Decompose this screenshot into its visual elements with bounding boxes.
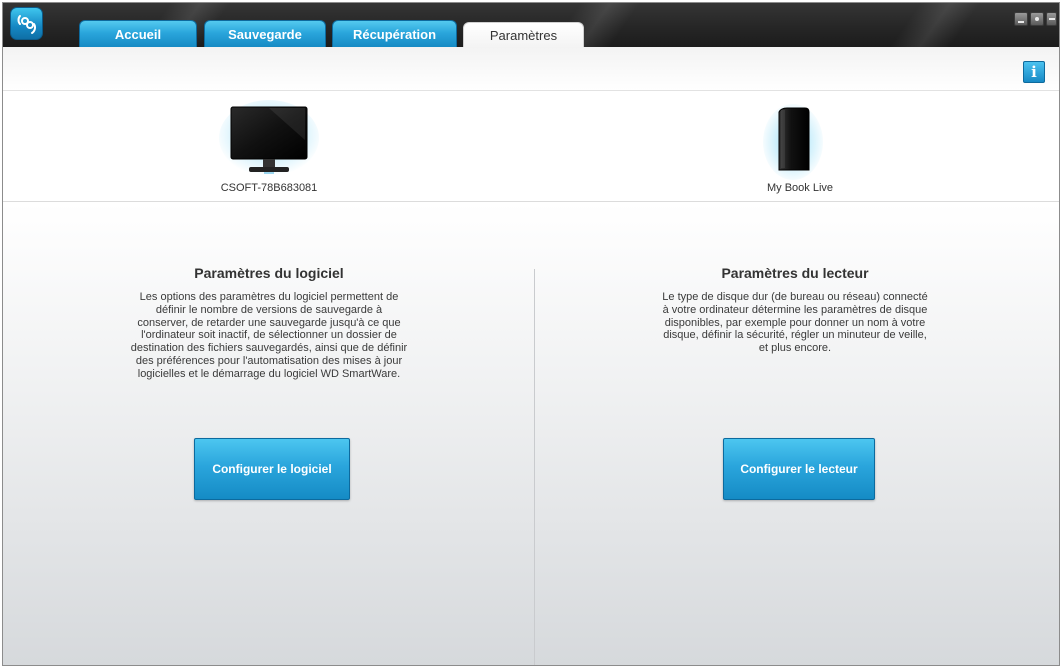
software-settings-title: Paramètres du logiciel [194,265,344,281]
software-settings-description: Les options des paramètres du logiciel p… [130,291,408,380]
settings-area: Paramètres du logiciel Les options des p… [3,203,1059,665]
panel-divider [534,269,535,665]
devices-row: CSOFT-78B683081 My Book Live [3,92,1059,202]
toolbar: i [3,47,1059,91]
app-window: Accueil Sauvegarde Récupération Paramètr… [2,2,1060,666]
tab-sauvegarde[interactable]: Sauvegarde [204,20,326,47]
tab-label: Paramètres [489,28,558,43]
title-bar: Accueil Sauvegarde Récupération Paramètr… [3,3,1059,47]
minimize-button[interactable] [1014,12,1028,26]
external-drive-icon[interactable] [763,102,823,180]
configure-drive-button[interactable]: Configurer le lecteur [723,438,875,500]
tab-recuperation[interactable]: Récupération [332,20,457,47]
computer-name: CSOFT-78B683081 [220,182,318,194]
configure-software-button[interactable]: Configurer le logiciel [194,438,350,500]
tab-label: Sauvegarde [228,26,302,42]
tab-label: Accueil [114,26,162,42]
tab-accueil[interactable]: Accueil [79,20,197,47]
monitor-icon[interactable] [219,100,319,180]
tab-label: Récupération [352,26,437,42]
info-icon[interactable]: i [1023,61,1045,83]
configure-drive-label: Configurer le lecteur [740,462,858,476]
settings-window-button[interactable] [1030,12,1044,26]
drive-settings-panel: Paramètres du lecteur Le type de disque … [659,265,931,355]
wd-smartware-logo-icon[interactable] [10,7,43,40]
software-settings-panel: Paramètres du logiciel Les options des p… [129,265,409,380]
tab-parametres[interactable]: Paramètres [463,22,584,47]
configure-software-label: Configurer le logiciel [212,462,332,476]
close-button[interactable] [1046,12,1057,26]
drive-name: My Book Live [766,182,834,194]
drive-settings-description: Le type de disque dur (de bureau ou rése… [662,291,928,354]
drive-settings-title: Paramètres du lecteur [721,265,869,281]
